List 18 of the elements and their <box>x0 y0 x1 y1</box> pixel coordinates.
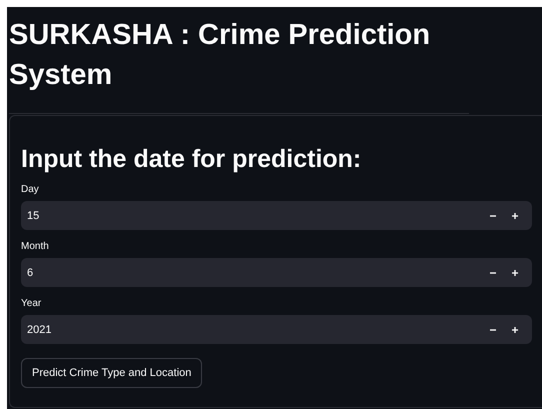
page-title: SURKASHA : Crime Prediction System <box>9 15 469 114</box>
form-heading: Input the date for prediction: <box>21 144 362 174</box>
field-label: Month <box>21 241 50 252</box>
field-label: Year <box>21 298 42 309</box>
number-input[interactable]: 2021 − + <box>21 315 532 344</box>
number-input[interactable]: 15 − + <box>21 201 532 230</box>
increment-button[interactable]: + <box>504 262 526 284</box>
field-label: Day <box>21 184 40 195</box>
increment-button[interactable]: + <box>504 204 526 226</box>
predict-button[interactable]: Predict Crime Type and Location <box>21 358 202 388</box>
field-value: 6 <box>27 266 34 278</box>
field-value: 15 <box>27 210 40 222</box>
field-value: 2021 <box>27 324 52 336</box>
decrement-button[interactable]: − <box>482 204 504 226</box>
number-input[interactable]: 6 − + <box>21 258 532 287</box>
decrement-button[interactable]: − <box>482 262 504 284</box>
decrement-button[interactable]: − <box>482 318 504 340</box>
increment-button[interactable]: + <box>504 318 526 340</box>
